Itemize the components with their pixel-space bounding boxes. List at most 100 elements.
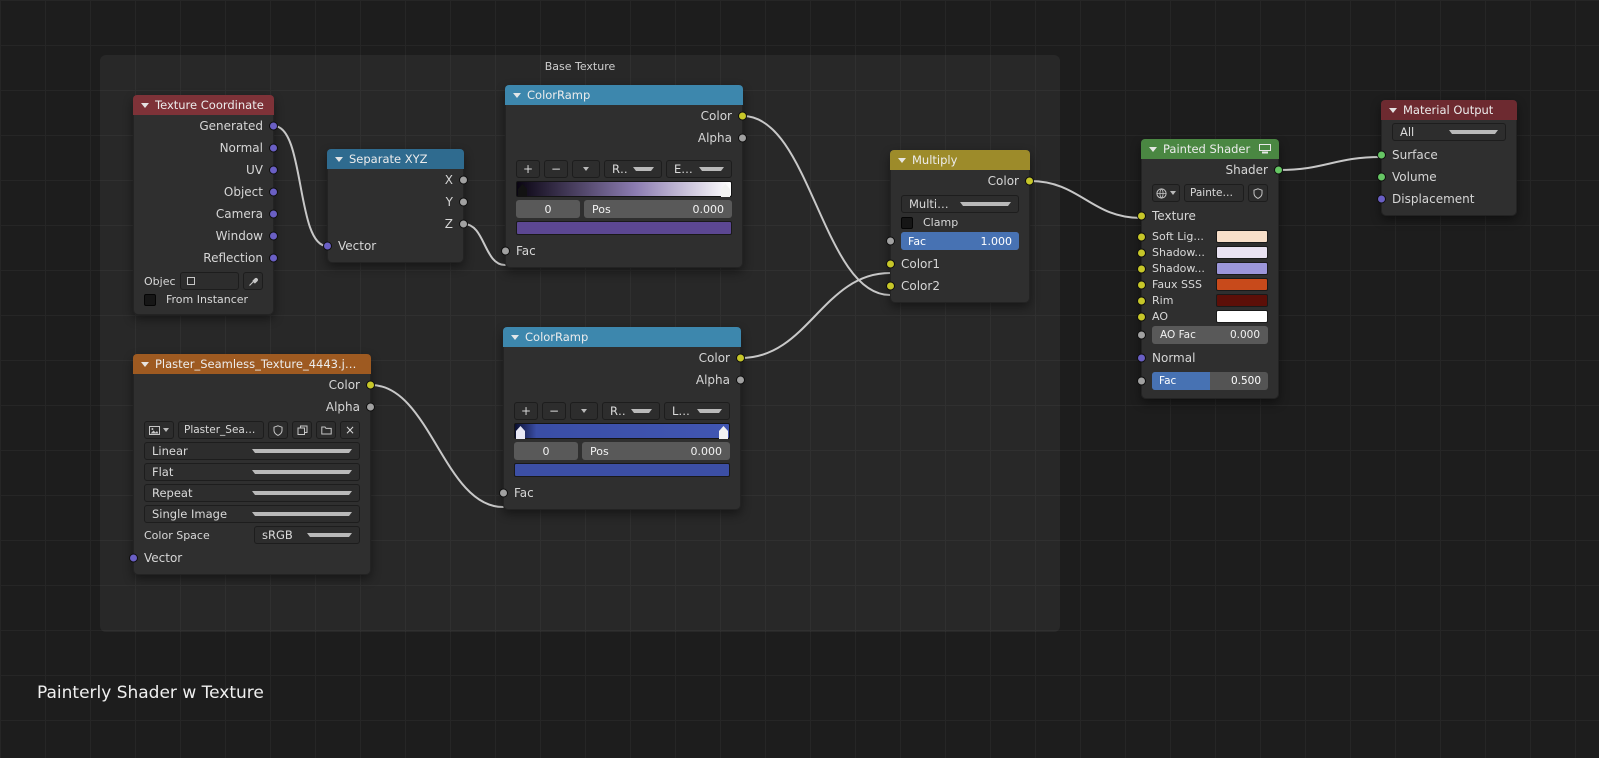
- socket-color2-in[interactable]: [886, 281, 895, 291]
- image-name-field[interactable]: Plaster_Seamle..: [178, 421, 264, 439]
- shadow2-color-swatch[interactable]: [1216, 262, 1268, 275]
- color-mode-dropdown[interactable]: RGB: [602, 402, 660, 420]
- duplicate-image-button[interactable]: [292, 421, 312, 439]
- socket-color-out[interactable]: [738, 111, 747, 121]
- collapse-icon[interactable]: [141, 361, 149, 367]
- extension-dropdown[interactable]: Repeat: [144, 484, 360, 502]
- image-browse-button[interactable]: [144, 421, 174, 439]
- collapse-icon[interactable]: [141, 102, 149, 108]
- node-colorramp-bottom[interactable]: ColorRamp Color Alpha + − RGB Linear 0 P…: [499, 327, 745, 510]
- color-ramp-gradient[interactable]: [514, 423, 730, 439]
- from-instancer-checkbox[interactable]: [144, 293, 156, 306]
- projection-dropdown[interactable]: Flat: [144, 463, 360, 481]
- fac-slider[interactable]: Fac 1.000: [901, 232, 1019, 250]
- stop-index-field[interactable]: 0: [516, 200, 580, 218]
- fake-user-button[interactable]: [1248, 184, 1268, 202]
- stop-color-swatch[interactable]: [516, 221, 732, 235]
- node-header[interactable]: Texture Coordinate: [133, 95, 274, 115]
- group-name-field[interactable]: Painted ...: [1184, 184, 1244, 202]
- color-ramp-gradient[interactable]: [516, 181, 732, 197]
- node-header[interactable]: Material Output: [1381, 100, 1517, 120]
- node-material-output[interactable]: Material Output All Surface Volume Displ…: [1377, 100, 1517, 216]
- socket-y[interactable]: [459, 197, 468, 207]
- socket-faux-sss-in[interactable]: [1137, 280, 1146, 289]
- source-dropdown[interactable]: Single Image: [144, 505, 360, 523]
- socket-camera[interactable]: [269, 209, 278, 219]
- socket-color-out[interactable]: [1025, 176, 1034, 186]
- ao-fac-field[interactable]: AO Fac 0.000: [1152, 326, 1268, 344]
- remove-stop-button[interactable]: −: [544, 160, 568, 178]
- socket-alpha-out[interactable]: [366, 402, 375, 412]
- ramp-stop-handle-left[interactable]: [516, 426, 525, 439]
- eyedropper-button[interactable]: [243, 272, 263, 290]
- socket-displacement-in[interactable]: [1377, 194, 1386, 204]
- collapse-icon[interactable]: [513, 92, 521, 98]
- remove-stop-button[interactable]: −: [542, 402, 566, 420]
- socket-shadow1-in[interactable]: [1137, 248, 1146, 257]
- ramp-stop-handle-left[interactable]: [518, 184, 527, 197]
- socket-color-out[interactable]: [366, 380, 375, 390]
- ramp-options-button[interactable]: [570, 402, 598, 420]
- socket-window[interactable]: [269, 231, 278, 241]
- interpolation-dropdown[interactable]: Ease: [666, 160, 732, 178]
- collapse-icon[interactable]: [898, 157, 906, 163]
- socket-fac-in[interactable]: [499, 488, 508, 498]
- node-multiply[interactable]: Multiply Color Multiply Clamp Fac 1.000 C…: [886, 150, 1034, 303]
- collapse-icon[interactable]: [511, 334, 519, 340]
- socket-object[interactable]: [269, 187, 278, 197]
- socket-normal-in[interactable]: [1137, 353, 1146, 363]
- node-texture-coordinate[interactable]: Texture Coordinate Generated Normal UV O…: [133, 95, 278, 315]
- collapse-icon[interactable]: [1389, 107, 1397, 113]
- socket-x[interactable]: [459, 175, 468, 185]
- ramp-options-button[interactable]: [572, 160, 600, 178]
- node-header[interactable]: ColorRamp: [503, 327, 741, 347]
- socket-ao-fac-in[interactable]: [1137, 330, 1146, 340]
- socket-texture-in[interactable]: [1137, 211, 1146, 221]
- ao-color-swatch[interactable]: [1216, 310, 1268, 323]
- socket-rim-in[interactable]: [1137, 296, 1146, 305]
- node-header[interactable]: ColorRamp: [505, 85, 743, 105]
- open-image-button[interactable]: [316, 421, 336, 439]
- ramp-stop-handle-right[interactable]: [721, 184, 730, 197]
- node-header[interactable]: Separate XYZ: [327, 149, 464, 169]
- collapse-icon[interactable]: [1149, 146, 1157, 152]
- socket-soft-light-in[interactable]: [1137, 232, 1146, 241]
- stop-color-swatch[interactable]: [514, 463, 730, 477]
- color-mode-dropdown[interactable]: RGB: [604, 160, 662, 178]
- target-dropdown[interactable]: All: [1392, 123, 1506, 141]
- node-separate-xyz[interactable]: Separate XYZ X Y Z Vector: [323, 149, 468, 263]
- fake-user-button[interactable]: [268, 421, 288, 439]
- object-field[interactable]: [179, 272, 239, 290]
- socket-z[interactable]: [459, 219, 468, 229]
- add-stop-button[interactable]: +: [516, 160, 540, 178]
- socket-fac-in[interactable]: [1137, 376, 1146, 386]
- color-space-dropdown[interactable]: sRGB: [254, 526, 360, 544]
- node-header[interactable]: Painted Shader: [1141, 139, 1279, 159]
- socket-vector-in[interactable]: [129, 553, 138, 563]
- stop-position-field[interactable]: Pos 0.000: [584, 200, 732, 218]
- socket-vector-in[interactable]: [323, 241, 332, 251]
- collapse-icon[interactable]: [335, 156, 343, 162]
- socket-ao-in[interactable]: [1137, 312, 1146, 321]
- clamp-checkbox[interactable]: [901, 216, 913, 229]
- socket-shader-out[interactable]: [1274, 165, 1283, 175]
- socket-reflection[interactable]: [269, 253, 278, 263]
- interpolation-dropdown[interactable]: Linear: [664, 402, 730, 420]
- socket-color1-in[interactable]: [886, 259, 895, 269]
- socket-uv[interactable]: [269, 165, 278, 175]
- socket-fac-in[interactable]: [501, 246, 510, 256]
- stop-position-field[interactable]: Pos 0.000: [582, 442, 730, 460]
- socket-alpha-out[interactable]: [736, 375, 745, 385]
- node-header[interactable]: Multiply: [890, 150, 1030, 170]
- node-header[interactable]: Plaster_Seamless_Texture_4443.jpg...: [133, 354, 371, 374]
- soft-light-color-swatch[interactable]: [1216, 230, 1268, 243]
- blend-mode-dropdown[interactable]: Multiply: [901, 195, 1019, 213]
- unlink-image-button[interactable]: ×: [340, 421, 360, 439]
- socket-fac-in[interactable]: [886, 236, 895, 246]
- ramp-stop-handle-right[interactable]: [719, 426, 728, 439]
- socket-normal[interactable]: [269, 143, 278, 153]
- shadow1-color-swatch[interactable]: [1216, 246, 1268, 259]
- node-painted-shader[interactable]: Painted Shader Shader Painted ... Textur…: [1137, 139, 1283, 399]
- faux-sss-color-swatch[interactable]: [1216, 278, 1268, 291]
- interpolation-dropdown[interactable]: Linear: [144, 442, 360, 460]
